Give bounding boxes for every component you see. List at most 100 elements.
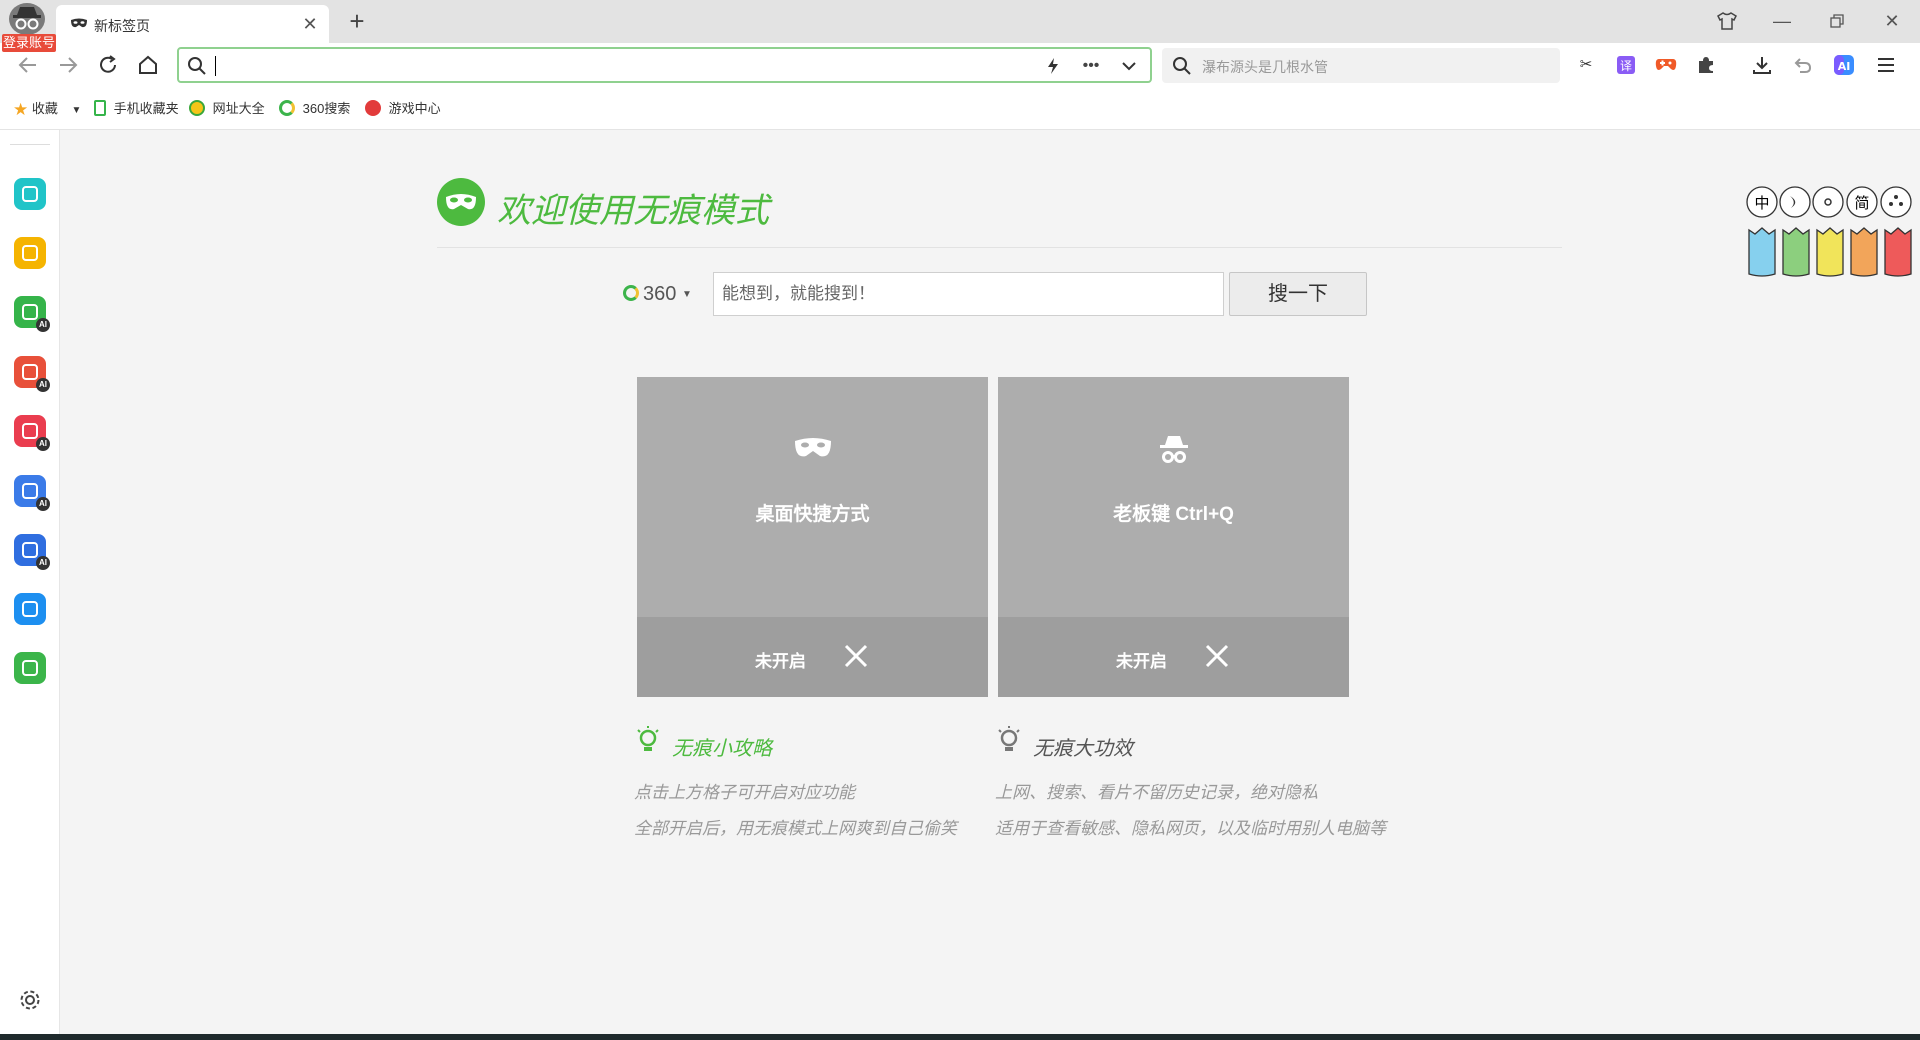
card-label: 老板键 Ctrl+Q bbox=[1113, 504, 1234, 525]
chevron-down-icon[interactable] bbox=[1115, 53, 1143, 79]
document-icon bbox=[22, 542, 38, 558]
apps-icon bbox=[22, 186, 38, 202]
ai-badge: AI bbox=[36, 497, 50, 511]
ai-badge: AI bbox=[36, 318, 50, 332]
skin-icon[interactable] bbox=[1707, 4, 1747, 38]
chevron-down-icon: ▼ bbox=[681, 289, 692, 300]
pdf-icon bbox=[22, 364, 38, 380]
incognito-icon bbox=[1154, 433, 1194, 469]
close-icon bbox=[841, 641, 871, 671]
tips-header: 无痕小攻略 bbox=[634, 724, 1034, 760]
ai-badge: AI bbox=[36, 378, 50, 392]
search-engine-selector[interactable]: 360 ▼ bbox=[623, 282, 703, 306]
tip-line: 适用于查看敏感、隐私网页，以及临时用别人电脑等 bbox=[995, 819, 1386, 838]
address-bar[interactable]: ••• bbox=[177, 47, 1152, 83]
gamepad-icon[interactable] bbox=[1653, 52, 1679, 78]
reload-button[interactable] bbox=[92, 49, 124, 81]
sidebar-item-translate[interactable] bbox=[14, 593, 46, 625]
benefits-header: 无痕大功效 bbox=[995, 724, 1395, 760]
sidebar-item-ai-video[interactable]: AI bbox=[14, 415, 50, 451]
close-window-button[interactable]: ✕ bbox=[1872, 4, 1912, 38]
account-avatar[interactable]: 登录账号 bbox=[2, 0, 56, 52]
svg-text:译: 译 bbox=[1620, 59, 1632, 73]
tip-line: 全部开启后，用无痕模式上网爽到自己偷笑 bbox=[634, 819, 957, 838]
card-label: 桌面快捷方式 bbox=[755, 504, 870, 525]
search-icon bbox=[187, 56, 207, 76]
card-status-bar[interactable]: 未开启 bbox=[998, 617, 1349, 697]
home-button[interactable] bbox=[132, 49, 164, 81]
forward-button[interactable] bbox=[52, 49, 84, 81]
mascot-label-jian: 简 bbox=[1854, 194, 1869, 212]
sidebar-item-ai-doc[interactable]: AI bbox=[14, 534, 50, 570]
card-status-bar[interactable]: 未开启 bbox=[637, 617, 988, 697]
search-360-icon bbox=[623, 285, 639, 301]
bookmark-label: 收藏 bbox=[31, 101, 58, 116]
desktop-shortcut-card[interactable]: 桌面快捷方式 未开启 bbox=[637, 377, 988, 697]
globe-icon bbox=[189, 100, 205, 116]
mask-icon bbox=[70, 17, 88, 31]
bookmark-360-search[interactable]: 360搜索 bbox=[279, 100, 350, 118]
welcome-header: 欢迎使用无痕模式 bbox=[437, 178, 1562, 248]
minimize-button[interactable]: — bbox=[1762, 4, 1802, 38]
image-icon bbox=[22, 304, 38, 320]
sidebar-item-ai-pdf[interactable]: AI bbox=[14, 356, 50, 392]
bookmark-games[interactable]: 游戏中心 bbox=[365, 100, 441, 118]
settings-gear-icon[interactable] bbox=[18, 988, 42, 1012]
toolbar: ••• 瀑布源头是几根水管 ✂ 译 AI bbox=[0, 43, 1920, 87]
restore-button[interactable] bbox=[1817, 4, 1857, 38]
lightbulb-icon bbox=[634, 724, 662, 756]
menu-icon[interactable] bbox=[1873, 52, 1899, 78]
search-placeholder: 瀑布源头是几根水管 bbox=[1202, 59, 1328, 75]
incognito-avatar-icon bbox=[9, 3, 45, 35]
taskbar-edge bbox=[0, 1034, 1920, 1040]
back-button[interactable] bbox=[12, 49, 44, 81]
mask-icon bbox=[793, 433, 833, 469]
title-bar: 登录账号 新标签页 ✕ + — ✕ bbox=[0, 0, 1920, 52]
benefits-title: 无痕大功效 bbox=[1033, 738, 1133, 760]
sidebar-item-screenshot[interactable] bbox=[14, 652, 46, 684]
card-top[interactable]: 老板键 Ctrl+Q bbox=[998, 377, 1349, 617]
close-tab-icon[interactable]: ✕ bbox=[299, 13, 321, 35]
tab-new-tab[interactable]: 新标签页 ✕ bbox=[56, 5, 329, 43]
welcome-title: 欢迎使用无痕模式 bbox=[497, 192, 769, 230]
sidebar: AI AI AI AI AI bbox=[0, 130, 60, 1034]
login-label[interactable]: 登录账号 bbox=[2, 34, 56, 52]
search-input[interactable]: 能想到，就能搜到！ bbox=[713, 272, 1224, 316]
phone-icon bbox=[94, 100, 106, 116]
more-icon[interactable]: ••• bbox=[1077, 53, 1105, 79]
svg-text:AI: AI bbox=[1838, 60, 1851, 73]
sidebar-item-ai-write[interactable]: AI bbox=[14, 475, 50, 511]
chevron-down-icon[interactable]: ▼ bbox=[72, 105, 82, 116]
new-tab-button[interactable]: + bbox=[342, 6, 372, 36]
tip-line: 上网、搜索、看片不留历史记录，绝对隐私 bbox=[995, 783, 1318, 802]
mascot-label-zhong: 中 bbox=[1754, 194, 1769, 212]
sidebar-item-favorites[interactable] bbox=[14, 237, 46, 269]
translate-icon[interactable]: 译 bbox=[1613, 52, 1639, 78]
search-box[interactable]: 瀑布源头是几根水管 bbox=[1162, 48, 1560, 83]
bookmark-mobile[interactable]: 手机收藏夹 bbox=[94, 100, 179, 118]
scissors-icon[interactable]: ✂ bbox=[1573, 52, 1599, 78]
game-center-icon bbox=[365, 100, 381, 116]
extensions-icon[interactable] bbox=[1693, 52, 1719, 78]
sidebar-divider bbox=[10, 144, 50, 145]
undo-icon[interactable] bbox=[1789, 52, 1815, 78]
star-icon bbox=[22, 245, 38, 261]
text-caret bbox=[215, 56, 216, 76]
incognito-mask-logo-icon bbox=[437, 178, 485, 226]
boss-key-card[interactable]: 老板键 Ctrl+Q 未开启 bbox=[998, 377, 1349, 697]
lightbulb-icon bbox=[995, 724, 1023, 756]
bookmarks-bar: ★ 收藏 ▼ 手机收藏夹 网址大全 360搜索 游戏中心 bbox=[0, 87, 1920, 130]
lightning-icon[interactable] bbox=[1039, 53, 1067, 79]
ai-assistant-icon[interactable]: AI bbox=[1831, 52, 1857, 78]
sidebar-item-ai-image[interactable]: AI bbox=[14, 296, 50, 332]
sidebar-item-apps[interactable] bbox=[14, 178, 46, 210]
tips-title: 无痕小攻略 bbox=[672, 738, 772, 760]
card-status: 未开启 bbox=[755, 652, 806, 671]
card-status: 未开启 bbox=[1116, 652, 1167, 671]
write-icon bbox=[22, 483, 38, 499]
card-top[interactable]: 桌面快捷方式 bbox=[637, 377, 988, 617]
bookmark-sites[interactable]: 网址大全 bbox=[189, 100, 265, 118]
bookmark-favorites[interactable]: ★ 收藏 ▼ bbox=[13, 100, 82, 119]
search-button[interactable]: 搜一下 bbox=[1229, 272, 1367, 316]
download-icon[interactable] bbox=[1749, 52, 1775, 78]
